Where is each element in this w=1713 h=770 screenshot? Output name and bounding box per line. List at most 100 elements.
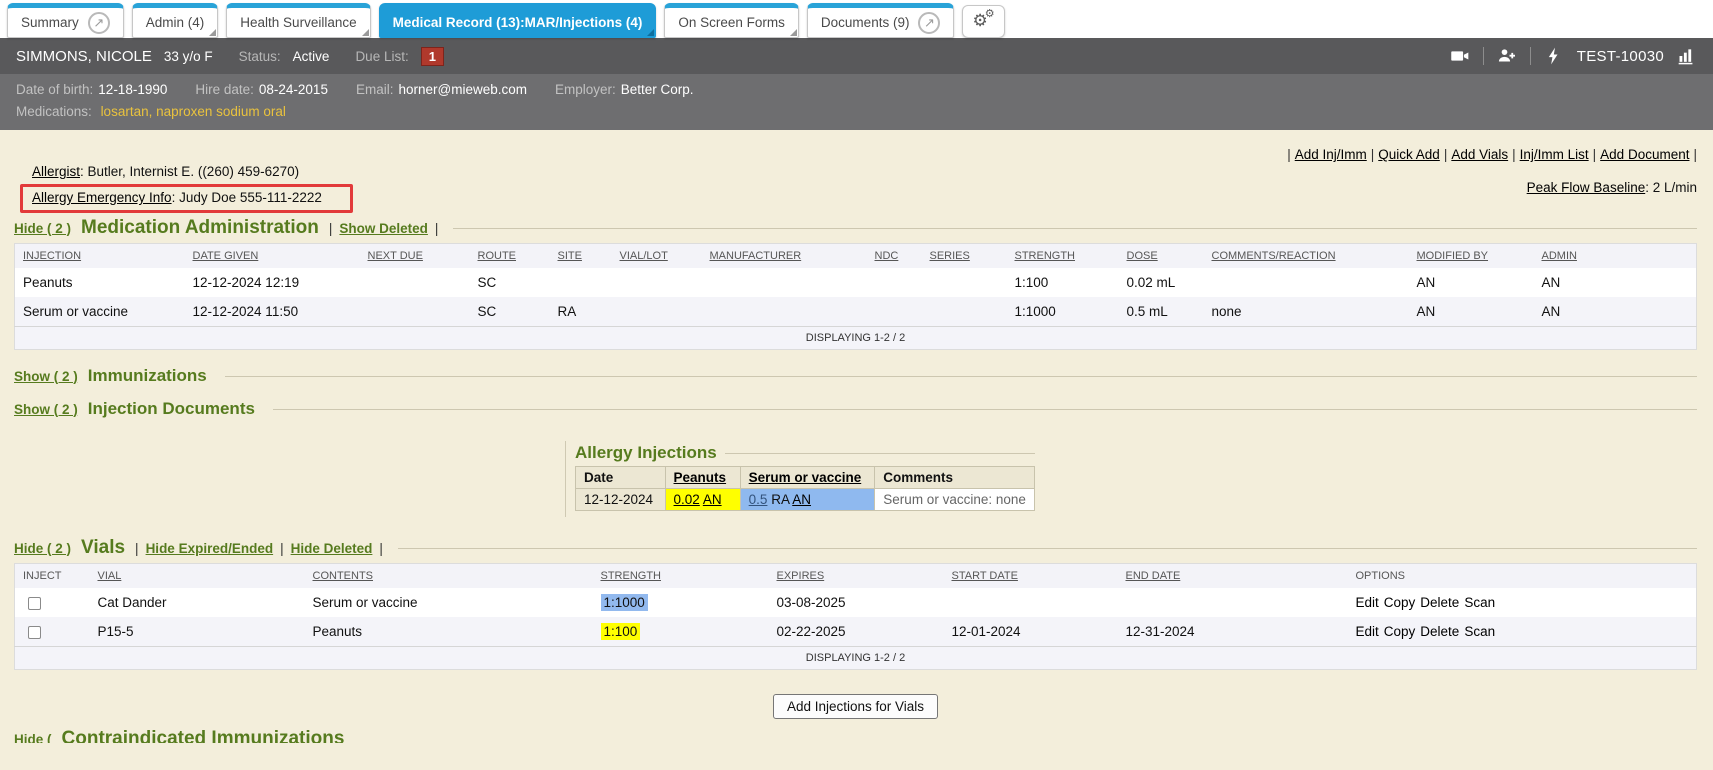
col-comments: Comments [875,467,1035,489]
col-admin[interactable]: ADMIN [1534,244,1697,269]
employer-label: Employer: [555,82,616,97]
tab-summary[interactable]: Summary ↗ [7,3,124,38]
col-vial[interactable]: VIAL [90,564,305,589]
med-admin-title: Medication Administration [81,217,319,239]
col-route[interactable]: ROUTE [470,244,550,269]
add-inj-imm-link[interactable]: Add Inj/Imm [1295,147,1367,162]
cell-start-date: 12-01-2024 [944,617,1118,647]
medication-link[interactable]: naproxen sodium oral [156,104,286,119]
tab-on-screen-forms[interactable]: On Screen Forms [664,3,799,38]
scan-link[interactable]: Scan [1464,595,1495,610]
inj-imm-list-link[interactable]: Inj/Imm List [1520,147,1589,162]
pipe: | [1512,147,1516,162]
paging-row: DISPLAYING 1-2 / 2 [15,647,1697,670]
add-person-icon[interactable] [1497,46,1517,66]
scan-link[interactable]: Scan [1464,624,1495,639]
hide-expired-ended-link[interactable]: Hide Expired/Ended [146,541,274,556]
cell-ndc [867,297,922,327]
cell-strength: 1:100 [1007,268,1119,297]
tab-documents[interactable]: Documents (9) ↗ [807,3,955,38]
cell-comments: none [1204,297,1409,327]
col-date-given[interactable]: DATE GIVEN [185,244,360,269]
serum-column-link[interactable]: Serum or vaccine [749,470,862,485]
add-document-link[interactable]: Add Document [1600,147,1689,162]
dose-link[interactable]: 0.5 [749,492,768,507]
inject-checkbox[interactable] [28,597,41,610]
injection-documents-show-toggle[interactable]: Show ( 2 ) [14,402,78,417]
peak-flow-baseline-link[interactable]: Peak Flow Baseline [1527,180,1646,195]
col-series[interactable]: SERIES [922,244,1007,269]
allergy-info-block: Allergist: Butler, Internist E. ((260) 4… [14,164,353,213]
open-in-new-icon[interactable]: ↗ [918,12,940,34]
email-value: horner@mieweb.com [398,82,527,97]
medication-link[interactable]: losartan [101,104,149,119]
lightning-icon[interactable] [1544,46,1564,66]
cell-route: SC [470,297,550,327]
col-strength[interactable]: STRENGTH [593,564,769,589]
email-label: Email: [356,82,394,97]
copy-link[interactable]: Copy [1384,624,1416,639]
contraindicated-title: Contraindicated Immunizations [62,728,345,743]
peanuts-column-link[interactable]: Peanuts [674,470,727,485]
due-list-badge[interactable]: 1 [421,47,444,66]
divider [398,548,1697,549]
main-content: Allergist: Butler, Internist E. ((260) 4… [0,130,1713,743]
contraindicated-hide-toggle[interactable]: Hide ( [14,732,52,744]
settings-button[interactable]: ⚙⚙ [962,5,1004,38]
col-manufacturer[interactable]: MANUFACTURER [702,244,867,269]
cell-date: 12-12-2024 [576,489,666,511]
cell-vial-lot [612,268,702,297]
pipe: | [1371,147,1375,162]
col-vial-lot[interactable]: VIAL/LOT [612,244,702,269]
dob-label: Date of birth: [16,82,93,97]
tab-admin[interactable]: Admin (4) [132,3,219,38]
allergy-injections-fieldset: Allergy Injections Date Peanuts Serum or… [565,441,1035,517]
allergist-link[interactable]: Allergist [32,164,80,179]
col-modified-by[interactable]: MODIFIED BY [1409,244,1534,269]
col-injection[interactable]: INJECTION [15,244,185,269]
edit-link[interactable]: Edit [1356,595,1379,610]
vials-hide-toggle[interactable]: Hide ( 2 ) [14,541,71,556]
col-contents[interactable]: CONTENTS [305,564,593,589]
hide-deleted-link[interactable]: Hide Deleted [291,541,373,556]
allergy-emergency-value: : Judy Doe 555-111-2222 [172,190,322,205]
show-deleted-link[interactable]: Show Deleted [339,221,428,236]
add-injections-for-vials-button[interactable]: Add Injections for Vials [773,694,938,719]
gear-icon: ⚙ [985,6,995,22]
medications-label: Medications: [16,104,92,119]
col-dose[interactable]: DOSE [1119,244,1204,269]
col-expires[interactable]: EXPIRES [769,564,944,589]
inject-checkbox[interactable] [28,626,41,639]
employer-value: Better Corp. [621,82,694,97]
immunizations-show-toggle[interactable]: Show ( 2 ) [14,369,78,384]
bar-chart-icon[interactable] [1677,46,1697,66]
col-strength[interactable]: STRENGTH [1007,244,1119,269]
patient-banner: SIMMONS, NICOLE 33 y/o F Status: Active … [0,38,1713,74]
tab-medical-record[interactable]: Medical Record (13):MAR/Injections (4) [379,3,657,38]
col-ndc[interactable]: NDC [867,244,922,269]
video-camera-icon[interactable] [1450,46,1470,66]
col-next-due[interactable]: NEXT DUE [360,244,470,269]
divider [225,376,1697,377]
edit-link[interactable]: Edit [1356,624,1379,639]
quick-add-link[interactable]: Quick Add [1378,147,1440,162]
col-comments[interactable]: COMMENTS/REACTION [1204,244,1409,269]
dose-link[interactable]: 0.02 [674,492,700,507]
delete-link[interactable]: Delete [1420,595,1459,610]
delete-link[interactable]: Delete [1420,624,1459,639]
col-start-date[interactable]: START DATE [944,564,1118,589]
col-end-date[interactable]: END DATE [1118,564,1348,589]
copy-link[interactable]: Copy [1384,595,1416,610]
open-in-new-icon[interactable]: ↗ [88,12,110,34]
cell-site: RA [550,297,612,327]
cell-next-due [360,297,470,327]
tab-health-surveillance[interactable]: Health Surveillance [226,3,370,38]
allergy-emergency-info-link[interactable]: Allergy Emergency Info [32,190,172,205]
table-row: Serum or vaccine 12-12-2024 11:50 SC RA … [15,297,1697,327]
col-site[interactable]: SITE [550,244,612,269]
add-vials-link[interactable]: Add Vials [1451,147,1508,162]
admin-initials-link[interactable]: AN [792,492,811,507]
admin-initials-link[interactable]: AN [703,492,722,507]
cell-contents: Serum or vaccine [305,588,593,617]
med-admin-hide-toggle[interactable]: Hide ( 2 ) [14,221,71,236]
